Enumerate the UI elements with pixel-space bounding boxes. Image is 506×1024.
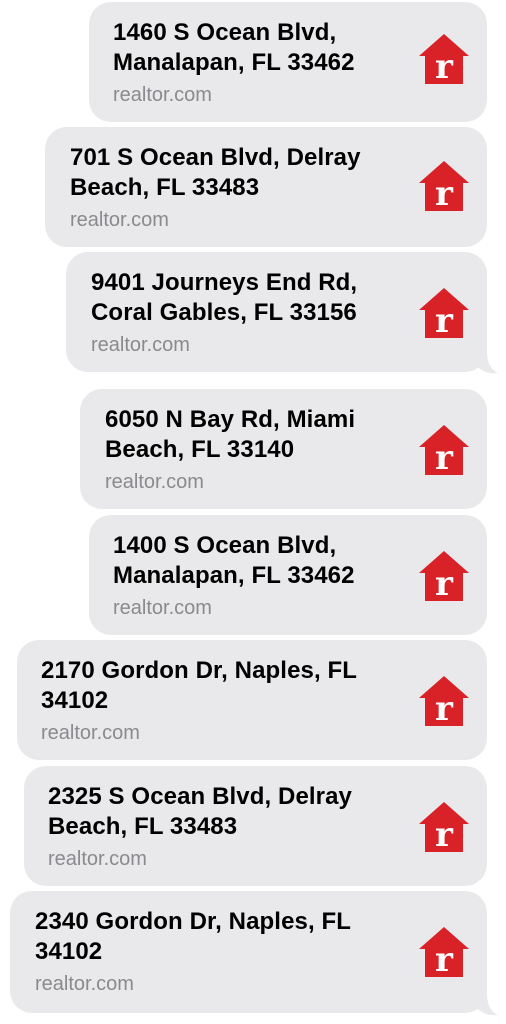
svg-text:r: r: [435, 174, 454, 213]
link-preview-bubble[interactable]: 2340 Gordon Dr, Naples, FL 34102 realtor…: [10, 891, 487, 1013]
svg-text:r: r: [435, 815, 454, 854]
listing-address: 2170 Gordon Dr, Naples, FL 34102: [41, 656, 357, 716]
link-preview-bubble[interactable]: 6050 N Bay Rd, Miami Beach, FL 33140 rea…: [80, 389, 487, 509]
address-line-2: 34102: [35, 938, 103, 965]
svg-text:r: r: [435, 689, 454, 728]
address-line-1: 2170 Gordon Dr, Naples, FL: [41, 657, 358, 684]
svg-text:r: r: [435, 47, 454, 86]
link-domain: realtor.com: [35, 973, 134, 995]
listing-address: 2325 S Ocean Blvd, Delray Beach, FL 3348…: [48, 782, 352, 842]
realtor-house-icon: r: [419, 161, 469, 213]
address-line-2: Manalapan, FL 33462: [113, 562, 355, 589]
listing-address: 6050 N Bay Rd, Miami Beach, FL 33140: [105, 405, 355, 465]
address-line-1: 6050 N Bay Rd, Miami: [105, 406, 356, 433]
listing-address: 701 S Ocean Blvd, Delray Beach, FL 33483: [70, 143, 361, 203]
address-line-2: Beach, FL 33483: [48, 813, 238, 840]
link-preview-bubble[interactable]: 1400 S Ocean Blvd, Manalapan, FL 33462 r…: [89, 515, 487, 635]
realtor-house-icon: r: [419, 802, 469, 854]
link-domain: realtor.com: [113, 597, 212, 619]
link-domain: realtor.com: [113, 84, 212, 106]
listing-address: 9401 Journeys End Rd, Coral Gables, FL 3…: [91, 268, 357, 328]
link-preview-bubble[interactable]: 2170 Gordon Dr, Naples, FL 34102 realtor…: [17, 640, 487, 760]
address-line-1: 701 S Ocean Blvd, Delray: [70, 144, 361, 171]
address-line-2: Beach, FL 33140: [105, 436, 295, 463]
svg-text:r: r: [435, 438, 454, 477]
link-domain: realtor.com: [91, 334, 190, 356]
address-line-1: 9401 Journeys End Rd,: [91, 269, 358, 296]
address-line-1: 2325 S Ocean Blvd, Delray: [48, 783, 352, 810]
svg-text:r: r: [435, 564, 454, 603]
address-line-1: 2340 Gordon Dr, Naples, FL: [35, 908, 352, 935]
svg-text:r: r: [435, 940, 454, 979]
link-preview-bubble[interactable]: 701 S Ocean Blvd, Delray Beach, FL 33483…: [45, 127, 487, 247]
link-domain: realtor.com: [41, 722, 140, 744]
listing-address: 1460 S Ocean Blvd, Manalapan, FL 33462: [113, 18, 355, 78]
realtor-house-icon: r: [419, 34, 469, 86]
link-domain: realtor.com: [48, 848, 147, 870]
link-preview-bubble[interactable]: 9401 Journeys End Rd, Coral Gables, FL 3…: [66, 252, 487, 372]
realtor-house-icon: r: [419, 425, 469, 477]
bubble-tail: [478, 994, 498, 1016]
listing-address: 2340 Gordon Dr, Naples, FL 34102: [35, 907, 351, 967]
listing-address: 1400 S Ocean Blvd, Manalapan, FL 33462: [113, 531, 355, 591]
address-line-2: 34102: [41, 687, 109, 714]
realtor-house-icon: r: [419, 676, 469, 728]
realtor-house-icon: r: [419, 551, 469, 603]
address-line-1: 1460 S Ocean Blvd,: [113, 19, 337, 46]
address-line-1: 1400 S Ocean Blvd,: [113, 532, 337, 559]
realtor-house-icon: r: [419, 927, 469, 979]
address-line-2: Beach, FL 33483: [70, 174, 260, 201]
address-line-2: Manalapan, FL 33462: [113, 49, 355, 76]
link-domain: realtor.com: [105, 471, 204, 493]
link-preview-bubble[interactable]: 1460 S Ocean Blvd, Manalapan, FL 33462 r…: [89, 2, 487, 122]
bubble-tail: [478, 352, 498, 374]
realtor-house-icon: r: [419, 288, 469, 340]
svg-text:r: r: [435, 301, 454, 340]
link-domain: realtor.com: [70, 209, 169, 231]
address-line-2: Coral Gables, FL 33156: [91, 299, 357, 326]
link-preview-bubble[interactable]: 2325 S Ocean Blvd, Delray Beach, FL 3348…: [24, 766, 487, 886]
